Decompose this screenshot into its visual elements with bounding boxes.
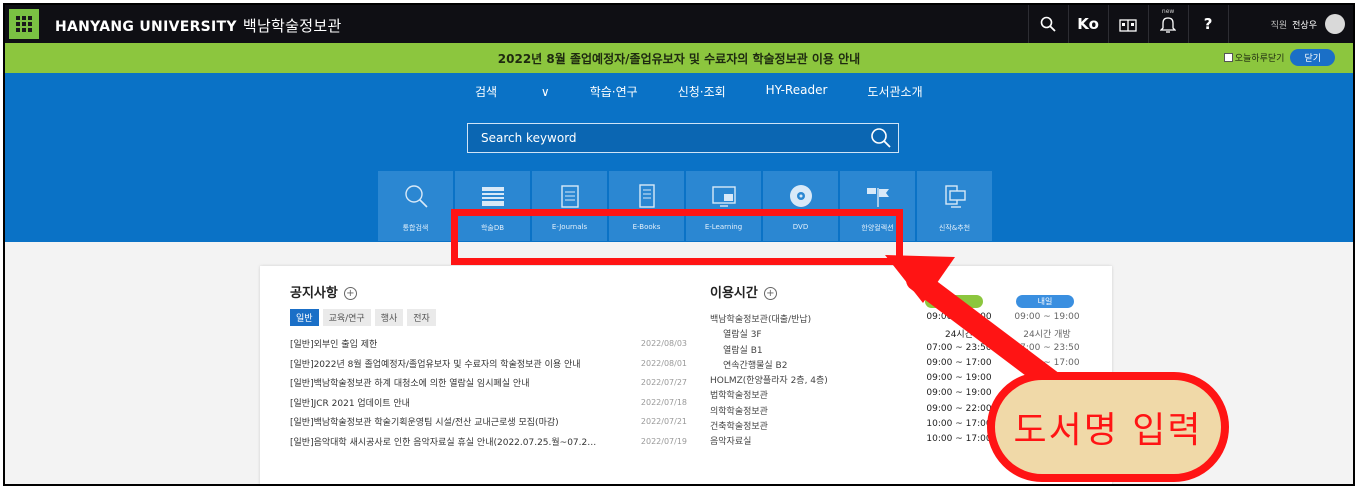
- browser-frame: HANYANG UNIVERSITY 백남학술정보관 Ko new ? 직원 전상…: [3, 3, 1355, 486]
- annotation-text: 도서명 입력: [1013, 410, 1203, 451]
- annotation-callout: 도서명 입력: [987, 372, 1229, 482]
